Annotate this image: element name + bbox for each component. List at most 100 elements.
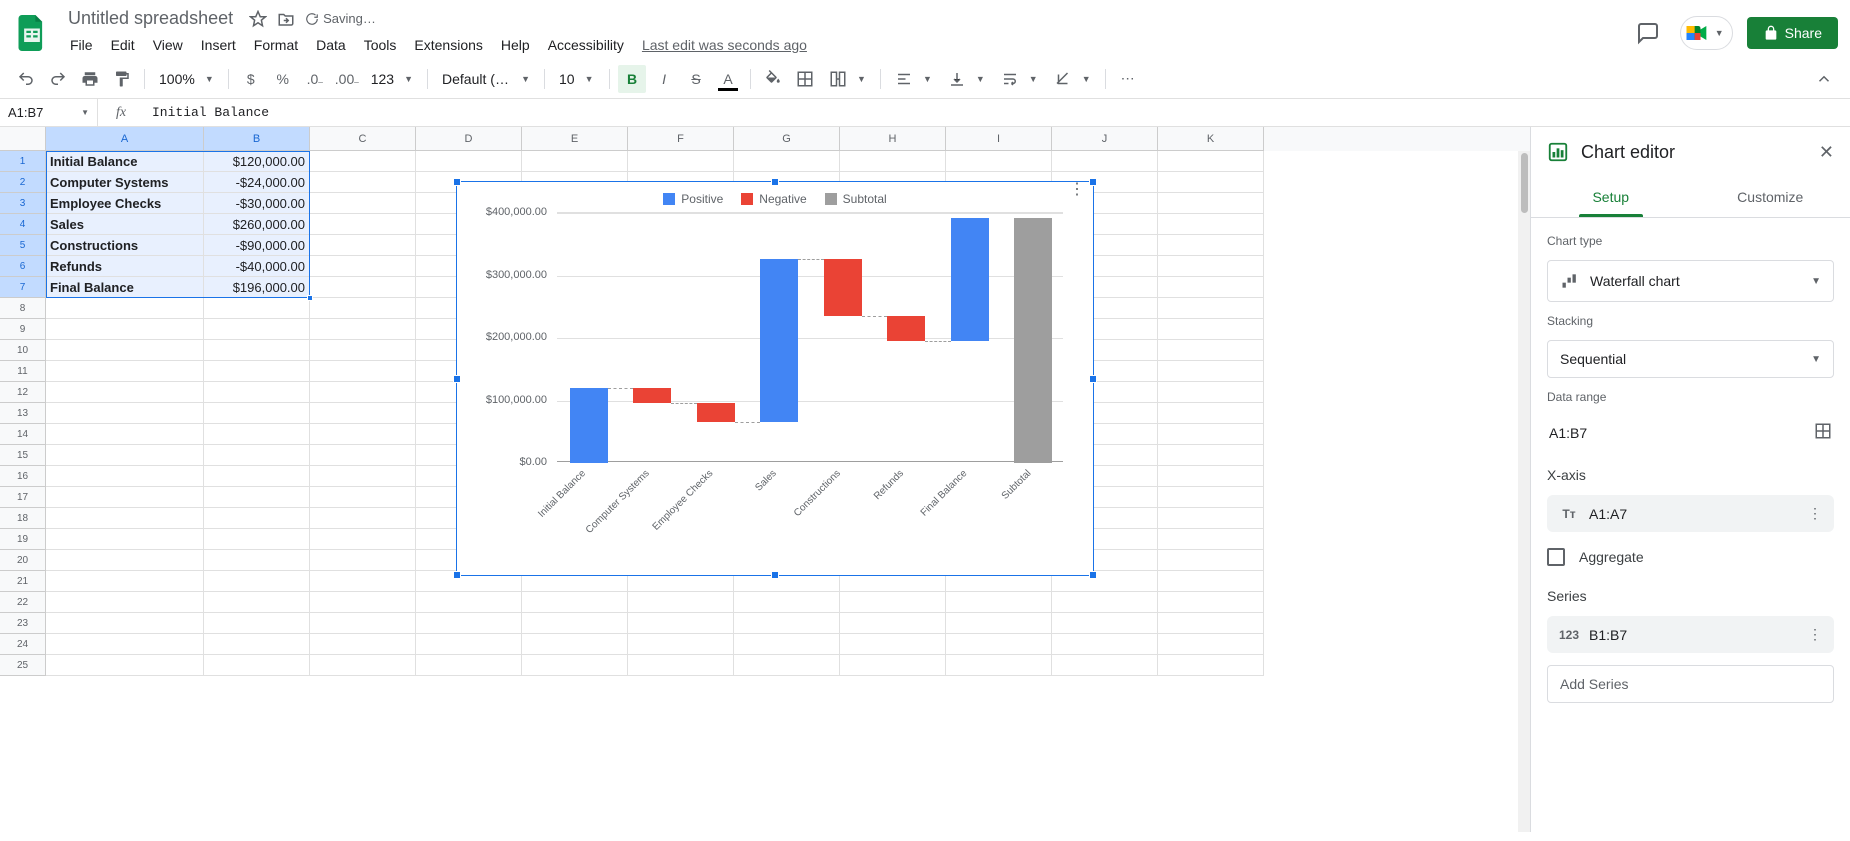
cell-A10[interactable] [46, 340, 204, 361]
menu-view[interactable]: View [145, 33, 191, 57]
cell-K17[interactable] [1158, 487, 1264, 508]
cell-J1[interactable] [1052, 151, 1158, 172]
cell-F22[interactable] [628, 592, 734, 613]
cell-K9[interactable] [1158, 319, 1264, 340]
share-button[interactable]: Share [1747, 17, 1838, 49]
cell-D25[interactable] [416, 655, 522, 676]
undo-icon[interactable] [12, 65, 40, 93]
cell-C16[interactable] [310, 466, 416, 487]
row-header-16[interactable]: 16 [0, 466, 46, 487]
cell-C17[interactable] [310, 487, 416, 508]
cell-B12[interactable] [204, 382, 310, 403]
cell-A23[interactable] [46, 613, 204, 634]
col-header-B[interactable]: B [204, 127, 310, 151]
cell-K19[interactable] [1158, 529, 1264, 550]
cell-D23[interactable] [416, 613, 522, 634]
cell-E24[interactable] [522, 634, 628, 655]
cell-K5[interactable] [1158, 235, 1264, 256]
cell-G25[interactable] [734, 655, 840, 676]
cell-F23[interactable] [628, 613, 734, 634]
row-header-9[interactable]: 9 [0, 319, 46, 340]
cell-C6[interactable] [310, 256, 416, 277]
star-icon[interactable] [249, 10, 267, 28]
cell-A8[interactable] [46, 298, 204, 319]
col-header-H[interactable]: H [840, 127, 946, 151]
cell-C18[interactable] [310, 508, 416, 529]
cell-B19[interactable] [204, 529, 310, 550]
cell-C5[interactable] [310, 235, 416, 256]
cell-C7[interactable] [310, 277, 416, 298]
cell-B15[interactable] [204, 445, 310, 466]
sheet-grid[interactable]: ABCDEFGHIJK 1234567891011121314151617181… [0, 127, 1530, 832]
cell-B23[interactable] [204, 613, 310, 634]
cell-B17[interactable] [204, 487, 310, 508]
row-header-24[interactable]: 24 [0, 634, 46, 655]
cell-H25[interactable] [840, 655, 946, 676]
rotate-button[interactable]: ▼ [1048, 65, 1097, 93]
cell-I25[interactable] [946, 655, 1052, 676]
cell-A1[interactable]: Initial Balance [46, 151, 204, 172]
cell-C24[interactable] [310, 634, 416, 655]
col-header-K[interactable]: K [1158, 127, 1264, 151]
col-header-C[interactable]: C [310, 127, 416, 151]
redo-icon[interactable] [44, 65, 72, 93]
cell-B16[interactable] [204, 466, 310, 487]
cell-E22[interactable] [522, 592, 628, 613]
cell-G23[interactable] [734, 613, 840, 634]
cell-C10[interactable] [310, 340, 416, 361]
meet-button[interactable]: ▼ [1680, 16, 1733, 50]
cell-B22[interactable] [204, 592, 310, 613]
cell-J24[interactable] [1052, 634, 1158, 655]
col-header-J[interactable]: J [1052, 127, 1158, 151]
cell-B20[interactable] [204, 550, 310, 571]
cell-K22[interactable] [1158, 592, 1264, 613]
cell-B21[interactable] [204, 571, 310, 592]
cell-A15[interactable] [46, 445, 204, 466]
cell-B7[interactable]: $196,000.00 [204, 277, 310, 298]
cell-C11[interactable] [310, 361, 416, 382]
cell-A7[interactable]: Final Balance [46, 277, 204, 298]
cell-A4[interactable]: Sales [46, 214, 204, 235]
chart-menu-icon[interactable]: ⋮ [1069, 188, 1085, 192]
cell-H23[interactable] [840, 613, 946, 634]
cell-C3[interactable] [310, 193, 416, 214]
cell-C9[interactable] [310, 319, 416, 340]
font-size-select[interactable]: 10▼ [553, 65, 601, 93]
print-icon[interactable] [76, 65, 104, 93]
cell-K24[interactable] [1158, 634, 1264, 655]
data-range-value[interactable]: A1:B7 [1549, 425, 1587, 441]
row-header-25[interactable]: 25 [0, 655, 46, 676]
cell-J25[interactable] [1052, 655, 1158, 676]
cell-K25[interactable] [1158, 655, 1264, 676]
cell-G1[interactable] [734, 151, 840, 172]
cell-H24[interactable] [840, 634, 946, 655]
row-header-17[interactable]: 17 [0, 487, 46, 508]
formula-input[interactable]: Initial Balance [144, 105, 1850, 120]
decrease-decimal-icon[interactable]: .0_ [301, 65, 329, 93]
cell-K15[interactable] [1158, 445, 1264, 466]
menu-edit[interactable]: Edit [103, 33, 143, 57]
close-icon[interactable]: ✕ [1819, 142, 1834, 163]
row-header-20[interactable]: 20 [0, 550, 46, 571]
stacking-select[interactable]: Sequential▼ [1547, 340, 1834, 378]
cell-K21[interactable] [1158, 571, 1264, 592]
cell-A17[interactable] [46, 487, 204, 508]
cell-G24[interactable] [734, 634, 840, 655]
menu-tools[interactable]: Tools [356, 33, 405, 57]
increase-decimal-icon[interactable]: .00_ [333, 65, 361, 93]
cell-I22[interactable] [946, 592, 1052, 613]
menu-insert[interactable]: Insert [193, 33, 244, 57]
cell-A9[interactable] [46, 319, 204, 340]
cell-A22[interactable] [46, 592, 204, 613]
row-header-21[interactable]: 21 [0, 571, 46, 592]
cell-A12[interactable] [46, 382, 204, 403]
cell-K2[interactable] [1158, 172, 1264, 193]
cell-C14[interactable] [310, 424, 416, 445]
data-range-picker-icon[interactable] [1814, 422, 1832, 443]
xaxis-more-icon[interactable]: ⋮ [1808, 505, 1822, 522]
more-tools-button[interactable]: ⋯ [1114, 65, 1142, 93]
cell-B25[interactable] [204, 655, 310, 676]
row-header-14[interactable]: 14 [0, 424, 46, 445]
row-header-22[interactable]: 22 [0, 592, 46, 613]
paint-format-icon[interactable] [108, 65, 136, 93]
